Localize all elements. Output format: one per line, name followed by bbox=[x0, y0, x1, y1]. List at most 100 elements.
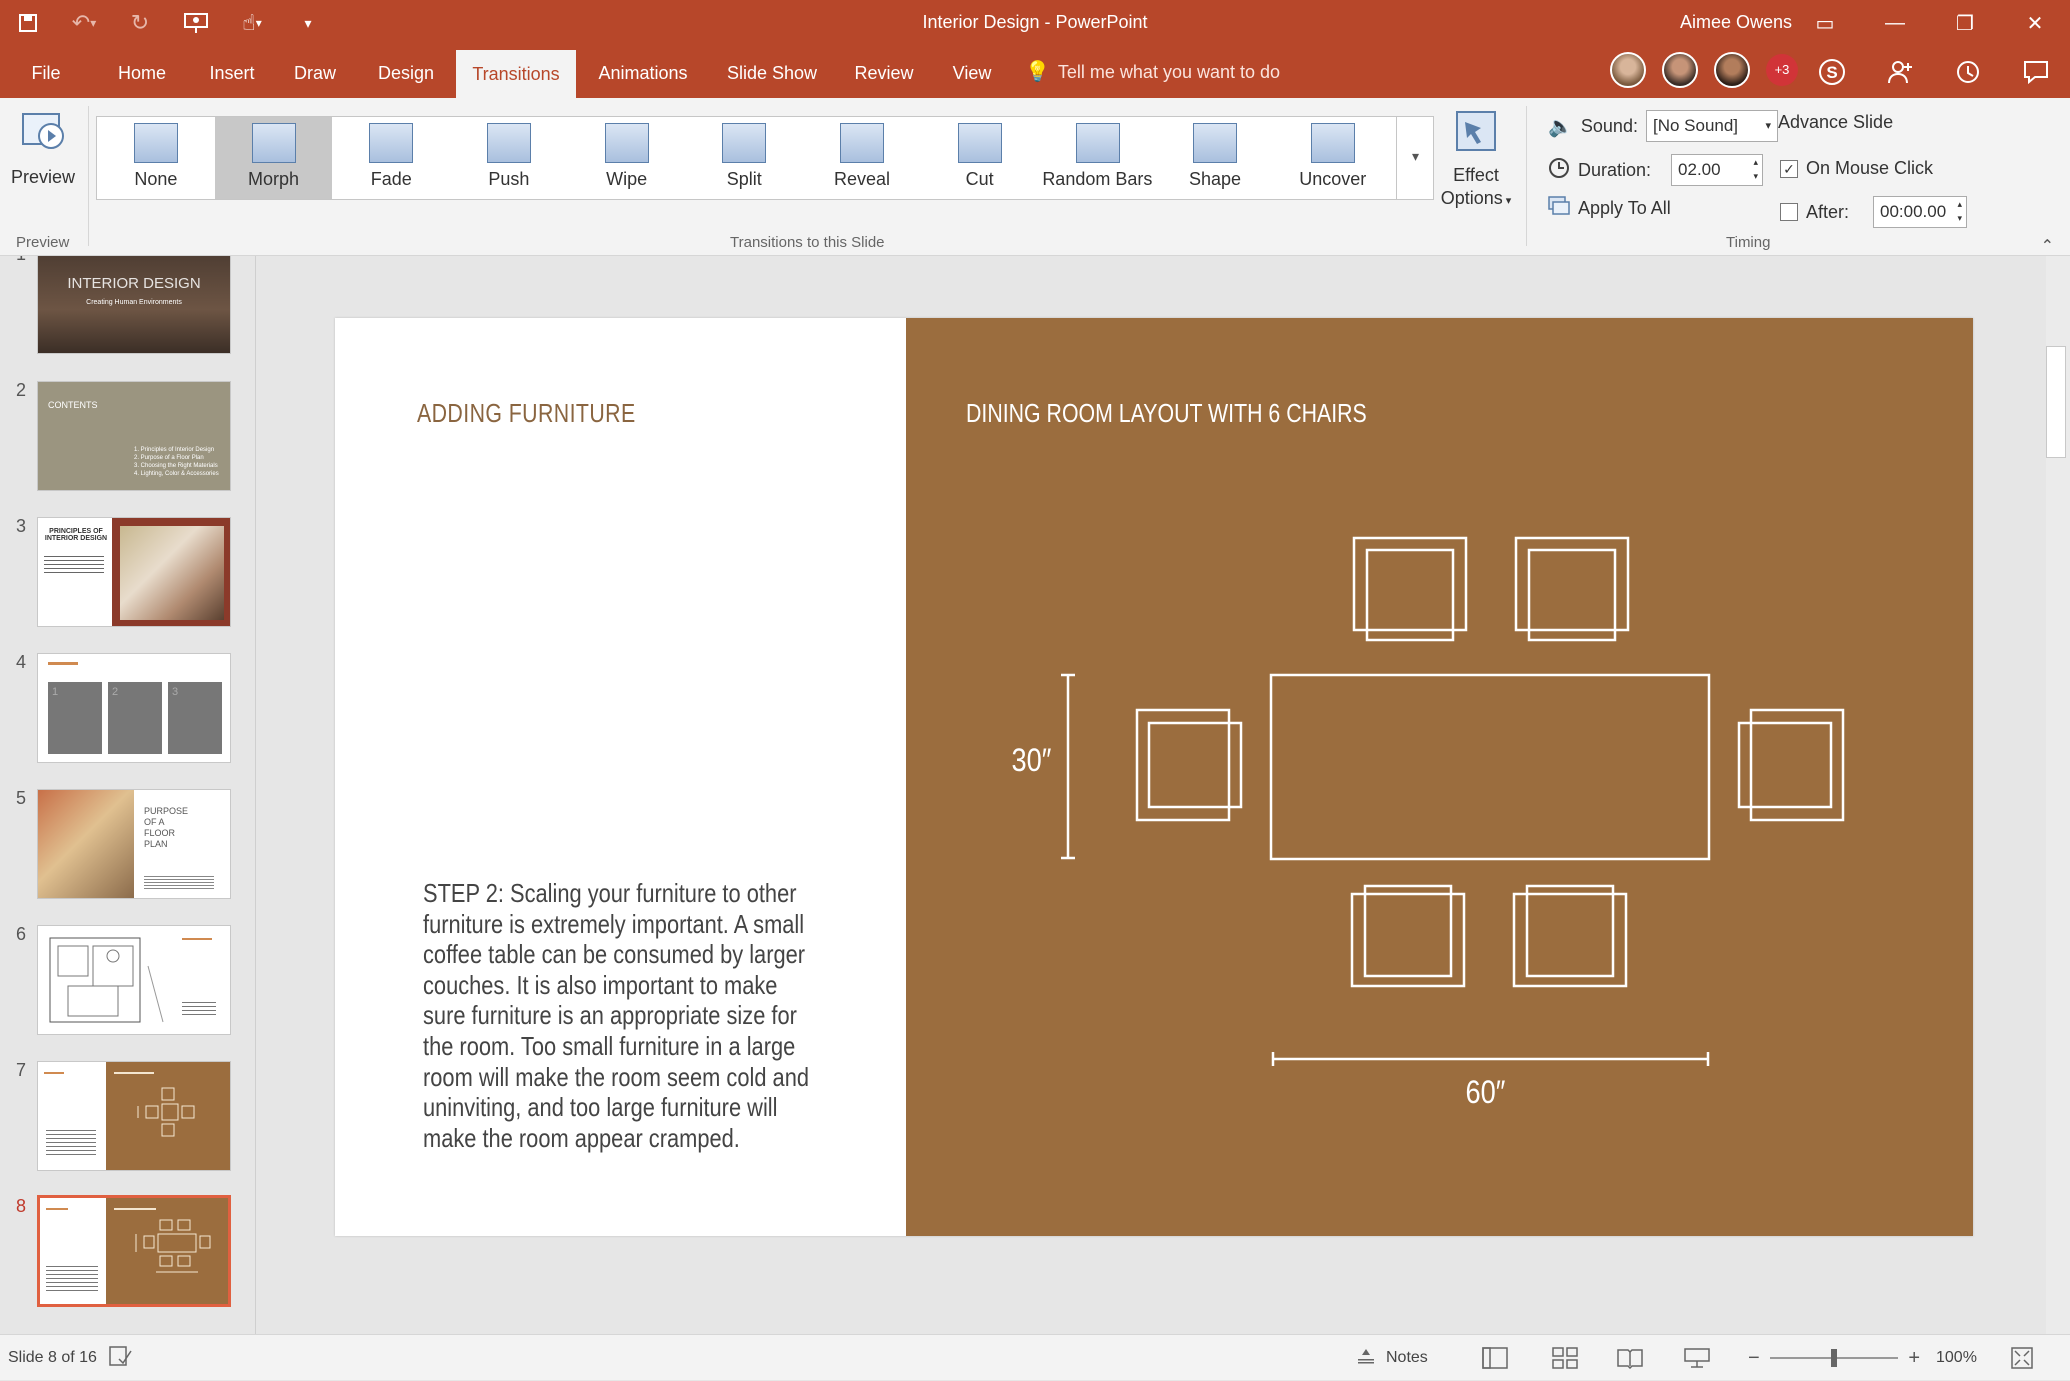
slide-thumbnail-4[interactable]: 1 2 3 bbox=[37, 653, 231, 763]
close-icon[interactable]: ✕ bbox=[2000, 0, 2070, 46]
touch-mode-icon[interactable]: ☝ ▾ bbox=[224, 0, 280, 46]
slide-body-text[interactable]: STEP 2: Scaling your furniture to other … bbox=[423, 878, 823, 1153]
advance-slide-heading: Advance Slide bbox=[1778, 112, 1894, 132]
slide-thumbnail-7[interactable] bbox=[37, 1061, 231, 1171]
preview-label: Preview bbox=[10, 167, 76, 187]
effect-options-button[interactable]: Effect Options ▾ bbox=[1440, 108, 1512, 218]
dining-layout-diagram[interactable] bbox=[906, 318, 1973, 1236]
save-icon[interactable] bbox=[0, 0, 56, 46]
apply-to-all-icon bbox=[1548, 196, 1570, 221]
slide-thumbnail-8[interactable] bbox=[37, 1195, 231, 1307]
transition-none[interactable]: None bbox=[97, 117, 215, 199]
spinner-arrows-icon[interactable]: ▴ ▾ bbox=[1754, 155, 1759, 183]
user-name[interactable]: Aimee Owens bbox=[1680, 12, 1792, 33]
history-icon[interactable] bbox=[1934, 46, 2002, 98]
transition-reveal[interactable]: Reveal bbox=[803, 117, 921, 199]
ribbon-display-options-icon[interactable]: ▭ bbox=[1790, 0, 1860, 46]
tab-draw[interactable]: Draw bbox=[284, 46, 346, 98]
apply-to-all-button[interactable]: Apply To All bbox=[1548, 196, 1671, 221]
slide-thumbnail-2[interactable]: CONTENTS 1. Principles of Interior Desig… bbox=[37, 381, 231, 491]
zoom-track[interactable] bbox=[1769, 1349, 1899, 1367]
slide-sorter-icon[interactable] bbox=[1552, 1335, 1578, 1381]
zoom-slider[interactable]: − + bbox=[1748, 1335, 1920, 1381]
collapse-ribbon-icon[interactable]: ⌃ bbox=[2041, 236, 2054, 256]
tab-insert[interactable]: Insert bbox=[196, 46, 268, 98]
slide-thumbnail-3[interactable]: PRINCIPLES OF INTERIOR DESIGN bbox=[37, 517, 231, 627]
tab-transitions[interactable]: Transitions bbox=[456, 50, 576, 98]
scrollbar-thumb[interactable] bbox=[2046, 346, 2066, 458]
transition-random-bars[interactable]: Random Bars bbox=[1039, 117, 1157, 199]
transition-shape[interactable]: Shape bbox=[1156, 117, 1274, 199]
transition-uncover[interactable]: Uncover bbox=[1274, 117, 1392, 199]
reading-view-icon[interactable] bbox=[1616, 1335, 1644, 1381]
table-rect bbox=[1269, 673, 1711, 861]
duration-spinner[interactable]: 02.00 ▴ ▾ bbox=[1671, 154, 1764, 186]
transition-split[interactable]: Split bbox=[685, 117, 803, 199]
slide-counter: Slide 8 of 16 bbox=[8, 1335, 133, 1381]
slide-number: 6 bbox=[16, 924, 27, 944]
avatar[interactable] bbox=[1714, 52, 1750, 88]
more-collaborators-badge[interactable]: +3 bbox=[1766, 54, 1798, 86]
duration-label: Duration: bbox=[1578, 159, 1652, 180]
share-icon[interactable] bbox=[1866, 46, 1934, 98]
skype-icon[interactable]: S bbox=[1798, 46, 1866, 98]
redo-icon[interactable]: ↻ bbox=[112, 0, 168, 46]
normal-view-icon[interactable] bbox=[1482, 1335, 1508, 1381]
comments-icon[interactable] bbox=[2002, 46, 2070, 98]
transition-push[interactable]: Push bbox=[450, 117, 568, 199]
spinner-arrows-icon[interactable]: ▴ ▾ bbox=[1957, 197, 1962, 225]
customize-qat-icon[interactable]: ▾ bbox=[280, 0, 336, 46]
thumb-layout-diagram bbox=[44, 1072, 195, 1156]
window-controls: ▭ — ❐ ✕ bbox=[1790, 0, 2070, 46]
transition-fade-icon bbox=[369, 123, 414, 163]
transition-cut[interactable]: Cut bbox=[921, 117, 1039, 199]
transition-morph[interactable]: Morph bbox=[214, 117, 333, 199]
avatar[interactable] bbox=[1662, 52, 1698, 88]
transition-wipe[interactable]: Wipe bbox=[568, 117, 686, 199]
undo-icon[interactable]: ↶ ▾ bbox=[56, 0, 112, 46]
tab-animations[interactable]: Animations bbox=[590, 46, 696, 98]
transition-label: Morph bbox=[248, 169, 300, 189]
gallery-more-button[interactable]: ▾ bbox=[1396, 116, 1434, 200]
tab-design[interactable]: Design bbox=[364, 46, 448, 98]
vertical-scrollbar[interactable] bbox=[2046, 256, 2070, 1334]
zoom-in-icon[interactable]: + bbox=[1908, 1347, 1920, 1370]
tab-view[interactable]: View bbox=[944, 46, 1000, 98]
sound-dropdown[interactable]: [No Sound] ▾ bbox=[1645, 110, 1778, 142]
slide-number: 5 bbox=[16, 788, 27, 808]
zoom-thumb[interactable] bbox=[1831, 1349, 1837, 1367]
preview-button[interactable]: Preview bbox=[4, 106, 82, 216]
avatar[interactable] bbox=[1610, 52, 1646, 88]
tab-slide-show[interactable]: Slide Show bbox=[716, 46, 828, 98]
spell-check-icon[interactable] bbox=[107, 1345, 133, 1372]
svg-text:S: S bbox=[1826, 63, 1837, 82]
zoom-level[interactable]: 100% bbox=[1936, 1335, 1977, 1381]
tab-review[interactable]: Review bbox=[846, 46, 922, 98]
after-checkbox[interactable] bbox=[1780, 203, 1798, 221]
after-spinner[interactable]: 00:00.00 ▴ ▾ bbox=[1873, 196, 1968, 228]
thumb-text-lines bbox=[144, 876, 214, 890]
current-slide[interactable]: ADDING FURNITURE STEP 2: Scaling your fu… bbox=[335, 318, 1973, 1236]
fit-to-window-icon[interactable] bbox=[2010, 1335, 2034, 1381]
slide-thumbnail-5[interactable]: PURPOSE OF A FLOOR PLAN bbox=[37, 789, 231, 899]
minimize-icon[interactable]: — bbox=[1860, 0, 1930, 46]
slide-thumbnail-6[interactable] bbox=[37, 925, 231, 1035]
zoom-out-icon[interactable]: − bbox=[1748, 1347, 1760, 1370]
thumb-column: 3 bbox=[168, 682, 222, 754]
transition-label: Split bbox=[726, 169, 762, 189]
transition-fade[interactable]: Fade bbox=[332, 117, 450, 199]
group-separator bbox=[1526, 106, 1527, 246]
tell-me-search[interactable]: 💡 Tell me what you want to do bbox=[1025, 46, 1280, 98]
thumb-title: CONTENTS bbox=[48, 400, 98, 410]
tab-file[interactable]: File bbox=[14, 46, 78, 98]
notes-button[interactable]: Notes bbox=[1356, 1335, 1428, 1381]
slide-thumbnail-1[interactable]: INTERIOR DESIGN Creating Human Environme… bbox=[37, 256, 231, 354]
slide-number: 3 bbox=[16, 516, 27, 536]
slide-left-title[interactable]: ADDING FURNITURE bbox=[417, 398, 636, 429]
chair-right bbox=[1737, 708, 1845, 822]
slide-show-icon[interactable] bbox=[1684, 1335, 1710, 1381]
restore-icon[interactable]: ❐ bbox=[1930, 0, 2000, 46]
start-from-beginning-icon[interactable] bbox=[168, 0, 224, 46]
tab-home[interactable]: Home bbox=[104, 46, 180, 98]
on-mouse-click-checkbox[interactable]: ✓ bbox=[1780, 159, 1798, 178]
